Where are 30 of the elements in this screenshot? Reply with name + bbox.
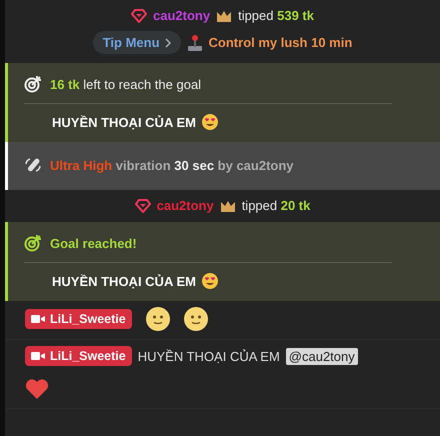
vibrator-icon	[24, 156, 42, 174]
tip-text: tipped 20 tk	[242, 198, 310, 213]
target-icon	[24, 75, 42, 93]
diamond-icon	[134, 198, 151, 212]
username[interactable]: cau2tony	[153, 8, 210, 23]
goal-status: Goal reached!	[50, 236, 137, 250]
crown-icon	[216, 10, 232, 22]
camera-icon	[31, 314, 45, 324]
chat-message: HUYỀN THOẠI CỦA EM	[138, 348, 280, 364]
camera-icon	[31, 351, 45, 361]
heart-eyes-emoji-icon	[202, 114, 218, 130]
username-badge[interactable]: LiLi_Sweetie	[25, 346, 132, 366]
diamond-icon	[131, 8, 147, 22]
target-icon	[24, 234, 42, 252]
chevron-icon	[164, 38, 171, 48]
goal-status: 16 tk left to reach the goal	[50, 76, 202, 92]
mention[interactable]: @cau2tony	[286, 348, 358, 364]
tip-text: tipped 539 tk	[238, 8, 314, 23]
goal-title: HUYỀN THOẠI CỦA EM	[52, 274, 196, 288]
username[interactable]: cau2tony	[156, 198, 214, 213]
goal-title: HUYỀN THOẠI CỦA EM	[52, 114, 196, 130]
username-badge[interactable]: LiLi_Sweetie	[25, 309, 132, 329]
heart-icon	[25, 378, 49, 400]
vibration-message: Ultra High vibration 30 sec by cau2tony	[50, 158, 294, 172]
smiley-emoji-icon	[146, 307, 170, 331]
crown-icon	[220, 200, 236, 212]
tip-menu-button[interactable]: Tip Menu	[92, 31, 181, 54]
joystick-icon	[186, 34, 203, 52]
smiley-emoji-icon	[184, 307, 208, 331]
heart-eyes-emoji-icon	[202, 273, 218, 289]
